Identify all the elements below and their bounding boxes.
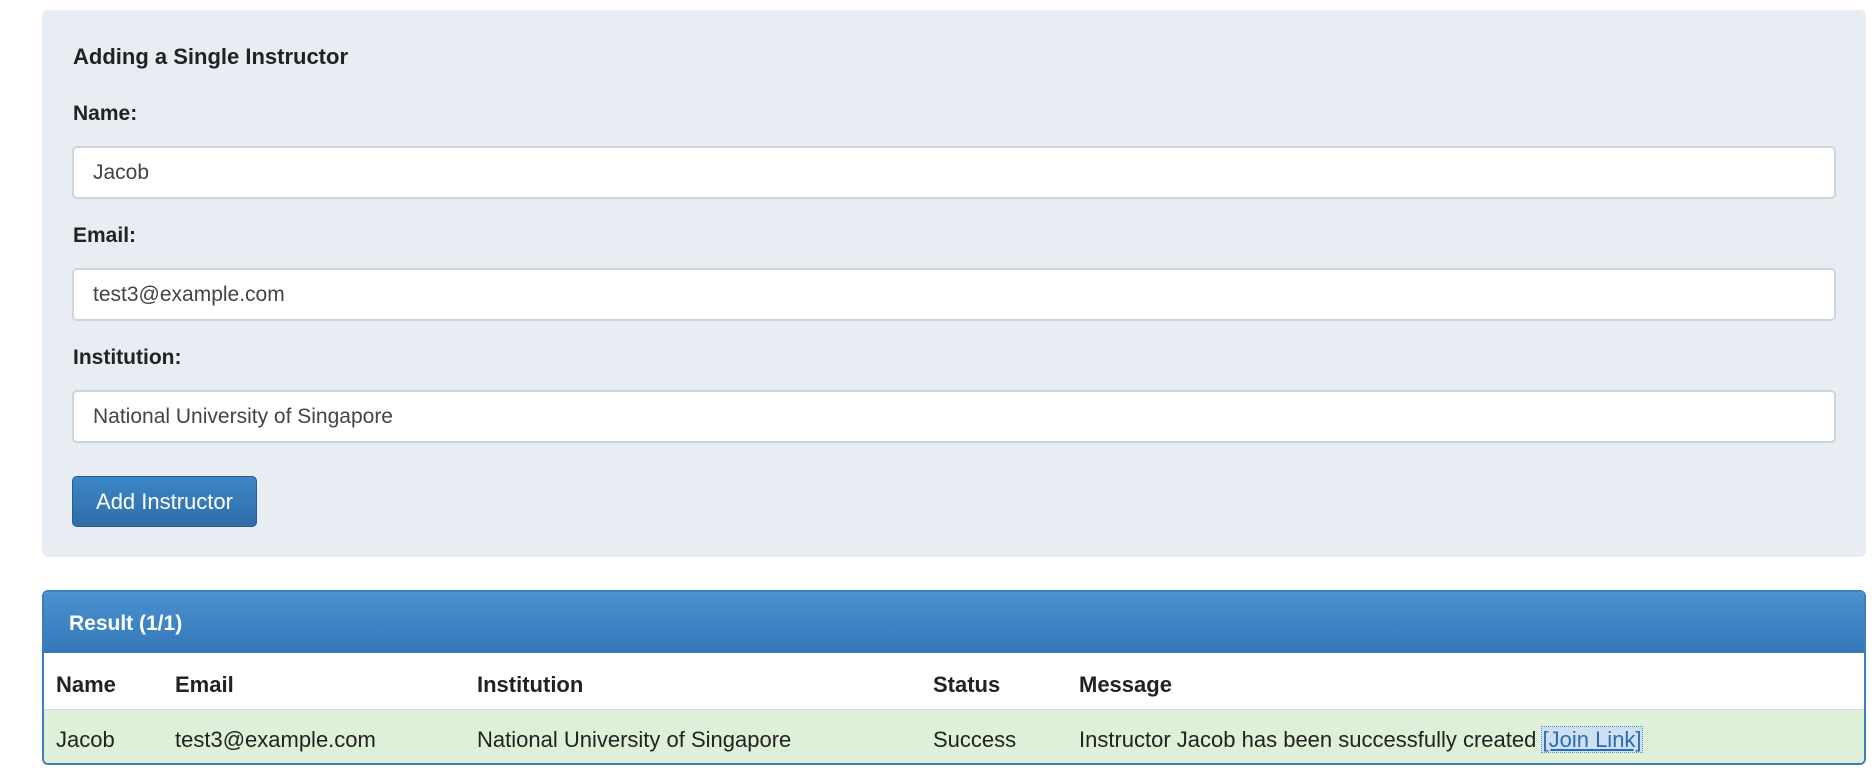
- cell-email: test3@example.com: [175, 727, 376, 752]
- cell-name: Jacob: [56, 727, 115, 752]
- cell-message: Instructor Jacob has been successfully c…: [1079, 726, 1643, 753]
- result-title: Result (1/1): [69, 612, 183, 635]
- result-panel: Result (1/1) Name Email Institution Stat…: [42, 590, 1866, 765]
- column-header-status: Status: [933, 672, 1001, 697]
- message-text: Instructor Jacob has been successfully c…: [1079, 727, 1537, 752]
- institution-label: Institution:: [73, 346, 182, 369]
- panel-title: Adding a Single Instructor: [73, 44, 349, 69]
- join-link[interactable]: [Join Link]: [1541, 726, 1643, 753]
- add-instructor-panel: Adding a Single Instructor Name: Email: …: [42, 10, 1866, 557]
- result-header: Result (1/1): [44, 592, 1864, 653]
- column-header-name: Name: [56, 672, 116, 697]
- column-header-email: Email: [175, 672, 234, 697]
- email-input[interactable]: [72, 268, 1836, 321]
- add-instructor-button[interactable]: Add Instructor: [72, 476, 257, 527]
- column-header-institution: Institution: [477, 672, 584, 697]
- email-label: Email:: [73, 224, 137, 247]
- name-label: Name:: [73, 102, 138, 125]
- cell-status: Success: [933, 727, 1017, 752]
- cell-institution: National University of Singapore: [477, 727, 792, 752]
- name-input[interactable]: [72, 146, 1836, 199]
- institution-input[interactable]: [72, 390, 1836, 443]
- column-header-message: Message: [1079, 672, 1172, 697]
